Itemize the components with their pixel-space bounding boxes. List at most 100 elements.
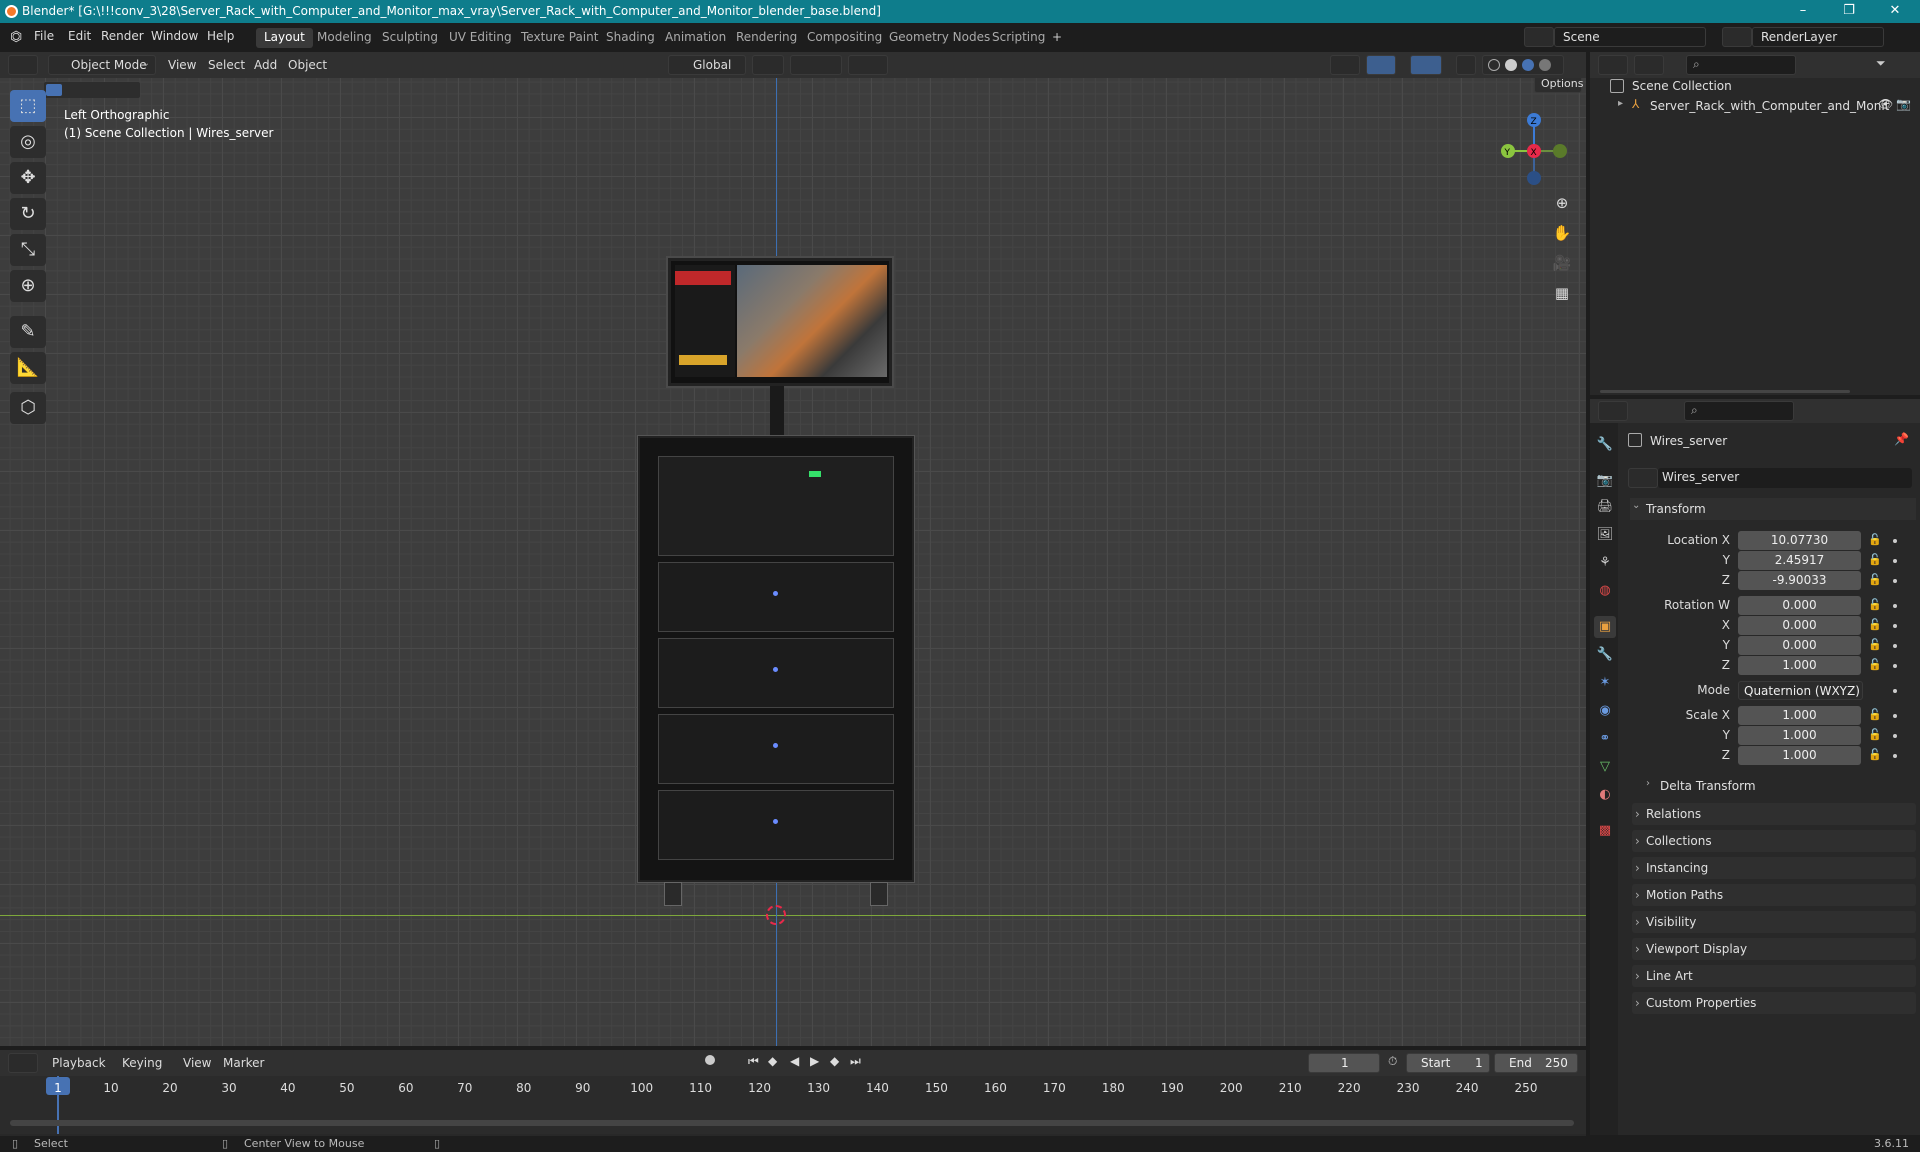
xray-toggle-button[interactable] <box>1456 55 1476 75</box>
play-icon[interactable]: ▶ <box>810 1054 819 1068</box>
add-workspace-button[interactable]: + <box>1044 28 1070 48</box>
lock-icon[interactable]: 🔓 <box>1868 658 1882 671</box>
outliner-editor-type-button[interactable] <box>1598 55 1628 75</box>
tool-tab-icon[interactable]: 🔧 <box>1594 434 1616 456</box>
record-icon[interactable] <box>705 1055 715 1065</box>
jump-start-icon[interactable]: ⏮ <box>748 1054 759 1069</box>
3d-viewport[interactable]: ⬚ ◎ ✥ ↻ ⤡ ⊕ ✎ 📐 ⬡ Left Orthographic (1) … <box>0 78 1586 1046</box>
menu-file[interactable]: File <box>34 29 54 43</box>
modifier-tab-icon[interactable]: 🔧 <box>1594 644 1616 666</box>
lock-icon[interactable]: 🔓 <box>1868 638 1882 651</box>
snap-button[interactable] <box>790 55 842 75</box>
timeline-menu-marker[interactable]: Marker <box>223 1053 264 1073</box>
lock-icon[interactable]: 🔓 <box>1868 708 1882 721</box>
menu-window[interactable]: Window <box>151 29 198 43</box>
editor-type-button[interactable] <box>8 55 38 75</box>
camera-view-icon[interactable]: 🎥 <box>1550 254 1574 278</box>
constraints-tab-icon[interactable]: ⚭ <box>1594 728 1616 750</box>
cursor-tool[interactable]: ◎ <box>10 126 46 158</box>
object-browse-button[interactable] <box>1628 468 1658 488</box>
workspace-tab-texture-paint[interactable]: Texture Paint <box>513 28 606 48</box>
shading-mode-buttons[interactable] <box>1482 55 1564 75</box>
view-layer-field[interactable]: RenderLayer <box>1752 27 1884 47</box>
location-z-field[interactable]: -9.90033 <box>1738 571 1861 590</box>
3d-cursor-icon[interactable] <box>766 905 786 925</box>
zoom-icon[interactable]: ⊕ <box>1550 194 1574 218</box>
keyframe-dot[interactable] <box>1893 579 1897 583</box>
particles-tab-icon[interactable]: ✶ <box>1594 672 1616 694</box>
overlay-toggle-button[interactable] <box>1410 55 1442 75</box>
instancing-panel[interactable]: › Instancing <box>1632 857 1916 879</box>
properties-search-input[interactable]: ⌕ <box>1684 401 1794 421</box>
viewport-menu-view[interactable]: View <box>168 55 196 75</box>
rotation-y-field[interactable]: 0.000 <box>1738 636 1861 655</box>
outliner-item[interactable]: Server_Rack_with_Computer_and_Monit <box>1650 99 1889 113</box>
pan-hand-icon[interactable]: ✋ <box>1550 224 1574 248</box>
wireframe-shading-icon[interactable] <box>1488 59 1500 71</box>
lock-icon[interactable]: 🔓 <box>1868 748 1882 761</box>
workspace-tab-scripting[interactable]: Scripting <box>984 28 1053 48</box>
current-frame-field[interactable]: 1 <box>1308 1053 1380 1073</box>
lock-icon[interactable]: 🔓 <box>1868 553 1882 566</box>
menu-help[interactable]: Help <box>207 29 234 43</box>
keyframe-dot[interactable] <box>1893 714 1897 718</box>
expand-arrow-icon[interactable]: ▸ <box>1618 98 1623 109</box>
keyframe-dot[interactable] <box>1893 539 1897 543</box>
lock-icon[interactable]: 🔓 <box>1868 573 1882 586</box>
next-keyframe-icon[interactable]: ◆ <box>830 1054 839 1068</box>
options-dropdown[interactable]: Options <box>1534 78 1583 93</box>
move-tool[interactable]: ✥ <box>10 162 46 194</box>
keyframe-dot[interactable] <box>1893 734 1897 738</box>
keyframe-dot[interactable] <box>1893 644 1897 648</box>
scene-tab-icon[interactable]: ⚘ <box>1594 552 1616 574</box>
collections-panel[interactable]: › Collections <box>1632 830 1916 852</box>
scale-tool[interactable]: ⤡ <box>10 234 46 266</box>
material-tab-icon[interactable]: ◐ <box>1594 784 1616 806</box>
rotate-tool[interactable]: ↻ <box>10 198 46 230</box>
outliner-display-mode-button[interactable] <box>1634 55 1664 75</box>
rotation-w-field[interactable]: 0.000 <box>1738 596 1861 615</box>
play-reverse-icon[interactable]: ◀ <box>790 1054 799 1068</box>
visibility-eye-icon[interactable]: 👁 <box>1878 97 1893 111</box>
measure-tool[interactable]: 📐 <box>10 352 46 384</box>
close-button[interactable]: ✕ <box>1872 0 1918 23</box>
navigation-gizmo[interactable]: Z Y X <box>1490 108 1574 192</box>
timeline-menu-playback[interactable]: Playback <box>52 1053 106 1073</box>
material-preview-shading-icon[interactable] <box>1522 59 1534 71</box>
delta-transform-subpanel[interactable]: › Delta Transform <box>1642 776 1912 796</box>
motion-paths-panel[interactable]: › Motion Paths <box>1632 884 1916 906</box>
transform-panel-header[interactable]: ⌄ Transform <box>1630 498 1916 520</box>
workspace-tab-compositing[interactable]: Compositing <box>799 28 890 48</box>
lock-icon[interactable]: 🔓 <box>1868 533 1882 546</box>
grid-toggle-icon[interactable]: ▦ <box>1550 284 1574 308</box>
lock-icon[interactable]: 🔓 <box>1868 598 1882 611</box>
outliner-search-input[interactable]: ⌕ <box>1686 55 1796 75</box>
gizmo-toggle-button[interactable] <box>1366 55 1396 75</box>
workspace-tab-shading[interactable]: Shading <box>598 28 663 48</box>
workspace-tab-animation[interactable]: Animation <box>657 28 734 48</box>
object-name-field[interactable]: Wires_server <box>1658 468 1912 488</box>
clock-icon[interactable]: ⏱ <box>1388 1054 1397 1069</box>
outliner-root[interactable]: Scene Collection <box>1632 79 1732 93</box>
solid-shading-icon[interactable] <box>1505 59 1517 71</box>
menu-edit[interactable]: Edit <box>68 29 91 43</box>
relations-panel[interactable]: › Relations <box>1632 803 1916 825</box>
object-tab-icon[interactable]: ▣ <box>1594 616 1616 638</box>
physics-tab-icon[interactable]: ◉ <box>1594 700 1616 722</box>
blender-menu-icon[interactable]: ⏣ <box>10 29 22 45</box>
minimize-button[interactable]: – <box>1780 0 1826 23</box>
timeline-editor-type-button[interactable] <box>8 1053 38 1073</box>
end-frame-field[interactable]: End 250 <box>1494 1053 1578 1073</box>
rotation-mode-dropdown[interactable]: Quaternion (WXYZ) <box>1738 681 1863 700</box>
workspace-tab-rendering[interactable]: Rendering <box>728 28 805 48</box>
annotate-tool[interactable]: ✎ <box>10 316 46 348</box>
keyframe-dot[interactable] <box>1893 604 1897 608</box>
custom-properties-panel[interactable]: › Custom Properties <box>1632 992 1916 1014</box>
lock-icon[interactable]: 🔓 <box>1868 618 1882 631</box>
viewport-menu-add[interactable]: Add <box>254 55 277 75</box>
rotation-z-field[interactable]: 1.000 <box>1738 656 1861 675</box>
lock-icon[interactable]: 🔓 <box>1868 728 1882 741</box>
keyframe-dot[interactable] <box>1893 664 1897 668</box>
select-box-tool[interactable]: ⬚ <box>10 90 46 122</box>
proportional-editing-button[interactable] <box>848 55 888 75</box>
